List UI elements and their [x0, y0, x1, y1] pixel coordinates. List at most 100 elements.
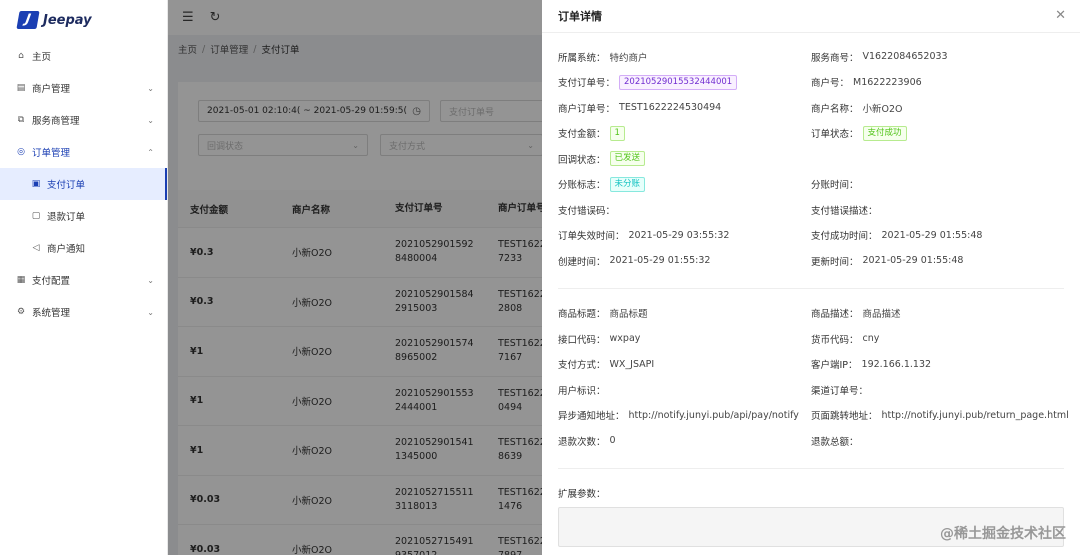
sidebar-item[interactable]: ▣ 支付订单 [0, 168, 167, 200]
sidebar-item[interactable]: ⧉ 服务商管理 ⌄ [0, 104, 167, 136]
detail-field: 商户号： M1622223906 [811, 70, 1064, 96]
field-label: 分账标志： [558, 180, 606, 192]
sidebar-item[interactable]: ▦ 支付配置 ⌄ [0, 264, 167, 296]
sidebar-item[interactable]: ▤ 商户管理 ⌄ [0, 72, 167, 104]
detail-grid-secondary: 商品标题： 商品标题 商品描述： 商品描述 接口代码： wxpay 货币代码： cny 支付方式… [558, 289, 1069, 454]
field-value: http://notify.junyi.pub/return_page.html [881, 409, 1069, 421]
field-value: http://notify.junyi.pub/api/pay/notify [628, 409, 799, 421]
detail-field: 更新时间： 2021-05-29 01:55:48 [811, 248, 1064, 274]
field-label: 所属系统： [558, 52, 606, 64]
detail-field: 支付错误描述： [811, 197, 1064, 223]
chevron-down-icon: ⌄ [147, 83, 154, 93]
detail-grid-primary: 所属系统： 特约商户 服务商号： V1622084652033 支付订单号： 202105… [558, 33, 1064, 274]
chevron-down-icon: ⌄ [147, 115, 154, 125]
sidebar-item-label: 服务商管理 [32, 116, 80, 127]
field-label: 接口代码： [558, 334, 606, 346]
detail-field: 支付订单号： 20210529015532444001 [558, 70, 811, 96]
detail-field [811, 146, 1064, 172]
field-value: 特约商户 [609, 52, 648, 64]
sidebar-item[interactable]: ⌂ 主页 [0, 40, 167, 72]
detail-field: 退款次数： 0 [558, 428, 811, 454]
sidebar-item[interactable]: ▢ 退款订单 [0, 200, 167, 232]
field-value: 2021-05-29 03:55:32 [628, 229, 730, 241]
field-tag: 支付成功 [862, 125, 907, 141]
field-value: 2021-05-29 01:55:32 [609, 255, 711, 267]
field-label: 支付成功时间： [811, 231, 878, 243]
isv-icon: ⧉ [17, 115, 25, 125]
detail-field: 支付错误码： [558, 197, 811, 223]
pay-config-icon: ▦ [16, 275, 26, 285]
field-label: 渠道订单号： [811, 385, 869, 397]
detail-field: 商户订单号： TEST1622224530494 [558, 95, 811, 121]
field-label: 货币代码： [811, 334, 859, 346]
detail-field: 分账标志： 未分账 [558, 172, 811, 198]
app-name: Jeepay [43, 12, 92, 28]
sidebar-item-label: 支付配置 [32, 276, 71, 287]
chevron-down-icon: ⌄ [147, 275, 154, 285]
field-value: 商品描述 [862, 309, 901, 321]
order-detail-drawer: 订单详情 ✕ 所属系统： 特约商户 服务商号： V1622084652033 支付订单号… [542, 0, 1080, 555]
field-value: 商品标题 [609, 309, 648, 321]
field-label: 异步通知地址： [558, 411, 625, 423]
divider [558, 467, 1064, 469]
detail-field: 页面跳转地址： http://notify.junyi.pub/return_pa… [811, 403, 1069, 429]
sidebar-item[interactable]: ⚙ 系统管理 ⌄ [0, 296, 167, 328]
logo-mark: J [16, 11, 40, 29]
detail-field: 退款总额： [811, 428, 1064, 454]
detail-field: 订单状态： 支付成功 [811, 121, 1064, 147]
field-value: M1622223906 [853, 76, 922, 88]
field-value: TEST1622224530494 [619, 102, 722, 114]
sidebar-item[interactable]: ◁ 商户通知 [0, 232, 167, 264]
sidebar-item[interactable]: ◎ 订单管理 ⌃ [0, 136, 167, 168]
drawer-body: 所属系统： 特约商户 服务商号： V1622084652033 支付订单号： 202105… [542, 33, 1080, 547]
detail-field: 货币代码： cny [811, 326, 1064, 352]
field-tag: 1 [609, 125, 625, 141]
sidebar-item-label: 系统管理 [32, 308, 71, 319]
field-label: 支付方式： [558, 360, 606, 372]
field-label: 用户标识： [558, 385, 606, 397]
field-value: 小新O2O [862, 103, 903, 115]
detail-field: 商品标题： 商品标题 [558, 301, 811, 327]
sidebar-item-label: 主页 [32, 52, 52, 63]
field-label: 订单状态： [811, 129, 859, 141]
notify-icon: ◁ [32, 243, 40, 253]
detail-field: 所属系统： 特约商户 [558, 44, 811, 70]
sidebar-item-label: 支付订单 [47, 180, 86, 191]
detail-field: 用户标识： [558, 377, 811, 403]
detail-field: 接口代码： wxpay [558, 326, 811, 352]
field-value: 192.166.1.132 [861, 358, 932, 370]
close-icon[interactable]: ✕ [1055, 8, 1066, 23]
detail-field: 支付金额： 1 [558, 121, 811, 147]
field-label: 商户订单号： [558, 103, 616, 115]
detail-field: 创建时间： 2021-05-29 01:55:32 [558, 248, 811, 274]
field-value: cny [862, 333, 880, 345]
system-icon: ⚙ [16, 307, 26, 317]
field-label: 客户端IP： [811, 360, 858, 372]
order-icon: ◎ [17, 147, 25, 157]
merchant-icon: ▤ [16, 83, 26, 93]
ext-params-label: 扩展参数： [558, 488, 606, 500]
field-label: 更新时间： [811, 256, 859, 268]
sidebar-item-label: 商户管理 [32, 84, 71, 95]
field-label: 商户号： [811, 78, 850, 90]
field-value: 2021-05-29 01:55:48 [881, 229, 983, 241]
refund-icon: ▢ [31, 211, 41, 221]
field-label: 创建时间： [558, 256, 606, 268]
field-label: 订单失效时间： [558, 231, 625, 243]
home-icon: ⌂ [18, 51, 24, 61]
logo[interactable]: J Jeepay [0, 0, 167, 40]
field-label: 服务商号： [811, 52, 859, 64]
field-tag: 已发送 [609, 151, 646, 167]
field-label: 退款总额： [811, 436, 859, 448]
detail-field: 客户端IP： 192.166.1.132 [811, 352, 1064, 378]
field-label: 商户名称： [811, 103, 859, 115]
detail-field: 订单失效时间： 2021-05-29 03:55:32 [558, 223, 811, 249]
field-label: 支付金额： [558, 129, 606, 141]
field-label: 退款次数： [558, 436, 606, 448]
chevron-down-icon: ⌄ [147, 307, 154, 317]
field-value: WX_JSAPI [609, 358, 655, 370]
sidebar-menu: ⌂ 主页 ▤ 商户管理 ⌄ ⧉ 服务商管理 ⌄ ◎ 订单管理 ⌃ ▣ 支付订单 ▢ 退款订单 ◁ 商户通知 ▦ 支付… [0, 40, 167, 328]
field-label: 商品标题： [558, 309, 606, 321]
sidebar-item-label: 商户通知 [47, 244, 86, 255]
field-label: 支付错误码： [558, 205, 616, 217]
